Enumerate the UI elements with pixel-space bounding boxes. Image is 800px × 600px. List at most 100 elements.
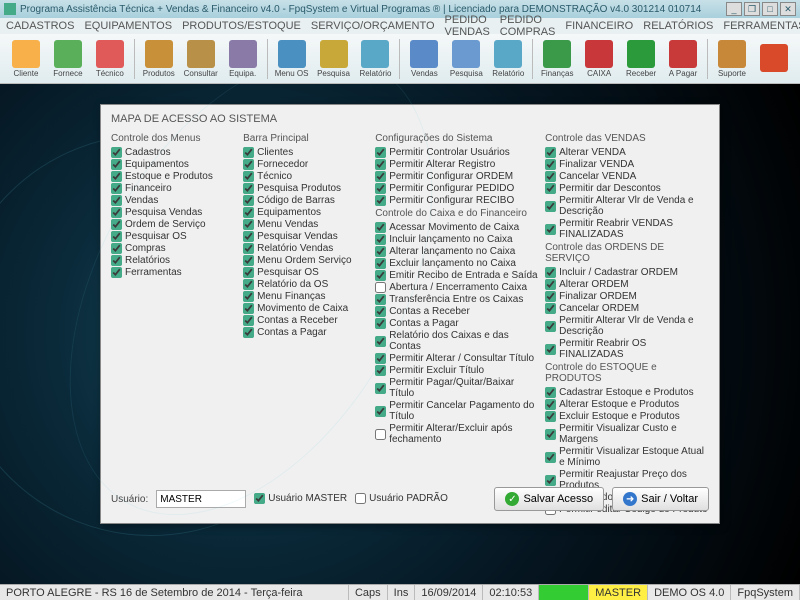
toolbar-vendas[interactable]: Vendas <box>404 40 444 78</box>
checkbox-excluir-estoque-e-produtos[interactable] <box>545 411 556 422</box>
toolbar-fornece[interactable]: Fornece <box>48 40 88 78</box>
checkbox-menu-vendas[interactable] <box>243 219 254 230</box>
checkbox-c-digo-de-barras[interactable] <box>243 195 254 206</box>
restore-button[interactable]: ❐ <box>744 2 760 16</box>
checkbox-permitir-reabrir-vendas-finali[interactable] <box>545 224 556 235</box>
toolbar-pesquisa[interactable]: Pesquisa <box>446 40 486 78</box>
checkbox-permitir-alterar-consultar-t-t[interactable] <box>375 353 386 364</box>
toolbar-técnico[interactable]: Técnico <box>90 40 130 78</box>
menu-relatórios[interactable]: RELATÓRIOS <box>643 20 713 32</box>
checkbox-cadastrar-estoque-e-produtos[interactable] <box>545 387 556 398</box>
checkbox-clientes[interactable] <box>243 147 254 158</box>
menu-pedido compras[interactable]: PEDIDO COMPRAS <box>500 14 556 38</box>
checkbox-permitir-excluir-t-tulo[interactable] <box>375 365 386 376</box>
checkbox-contas-a-pagar[interactable] <box>375 318 386 329</box>
toolbar-suporte[interactable]: Suporte <box>712 40 752 78</box>
checkbox-relat-rio-da-os[interactable] <box>243 279 254 290</box>
checkbox-alterar-estoque-e-produtos[interactable] <box>545 399 556 410</box>
checkbox-cancelar-ordem[interactable] <box>545 303 556 314</box>
checkbox-permitir-alterar-vlr-de-venda-[interactable] <box>545 201 556 212</box>
checkbox-compras[interactable] <box>111 243 122 254</box>
checkbox-contas-a-receber[interactable] <box>243 315 254 326</box>
checkbox-movimento-de-caixa[interactable] <box>243 303 254 314</box>
checkbox-relat-rio-dos-caixas-e-das-con[interactable] <box>375 336 386 347</box>
checkbox-pesquisa-vendas[interactable] <box>111 207 122 218</box>
checkbox-finalizar-ordem[interactable] <box>545 291 556 302</box>
minimize-button[interactable]: _ <box>726 2 742 16</box>
checkbox-alterar-venda[interactable] <box>545 147 556 158</box>
toolbar-produtos[interactable]: Produtos <box>139 40 179 78</box>
checkbox-cancelar-venda[interactable] <box>545 171 556 182</box>
padrao-checkbox[interactable] <box>355 493 366 504</box>
checkbox-estoque-e-produtos[interactable] <box>111 171 122 182</box>
checkbox-contas-a-receber[interactable] <box>375 306 386 317</box>
toolbar-consultar[interactable]: Consultar <box>181 40 221 78</box>
toolbar-finanças[interactable]: Finanças <box>537 40 577 78</box>
menu-pedido vendas[interactable]: PEDIDO VENDAS <box>445 14 490 38</box>
checkbox-permitir-cancelar-pagamento-do[interactable] <box>375 406 386 417</box>
menu-produtos/estoque[interactable]: PRODUTOS/ESTOQUE <box>182 20 301 32</box>
checkbox-pesquisar-os[interactable] <box>111 231 122 242</box>
checkbox-permitir-controlar-usu-rios[interactable] <box>375 147 386 158</box>
checkbox-permitir-reajustar-pre-o-dos-p[interactable] <box>545 475 556 486</box>
checkbox-permitir-alterar-vlr-de-venda-[interactable] <box>545 321 556 332</box>
checkbox-pesquisa-produtos[interactable] <box>243 183 254 194</box>
checkbox-equipamentos[interactable] <box>111 159 122 170</box>
save-button[interactable]: ✓Salvar Acesso <box>494 487 604 511</box>
checkbox-menu-ordem-servi-o[interactable] <box>243 255 254 266</box>
toolbar-receber[interactable]: Receber <box>621 40 661 78</box>
toolbar-a pagar[interactable]: A Pagar <box>663 40 703 78</box>
menu-cadastros[interactable]: CADASTROS <box>6 20 74 32</box>
menu-equipamentos[interactable]: EQUIPAMENTOS <box>84 20 172 32</box>
checkbox-excluir-lan-amento-no-caixa[interactable] <box>375 258 386 269</box>
checkbox-pesquisar-vendas[interactable] <box>243 231 254 242</box>
checkbox-relat-rios[interactable] <box>111 255 122 266</box>
menu-serviço/orçamento[interactable]: SERVIÇO/ORÇAMENTO <box>311 20 435 32</box>
checkbox-emitir-recibo-de-entrada-e-sa-[interactable] <box>375 270 386 281</box>
checkbox-permitir-pagar-quitar-baixar-t[interactable] <box>375 383 386 394</box>
checkbox-permitir-configurar-recibo[interactable] <box>375 195 386 206</box>
menu-ferramentas[interactable]: FERRAMENTAS <box>723 20 800 32</box>
toolbar-pesquisa[interactable]: Pesquisa <box>314 40 354 78</box>
checkbox-permitir-visualizar-estoque-at[interactable] <box>545 452 556 463</box>
checkbox-t-cnico[interactable] <box>243 171 254 182</box>
checkbox-finalizar-venda[interactable] <box>545 159 556 170</box>
checkbox-vendas[interactable] <box>111 195 122 206</box>
checkbox-menu-finan-as[interactable] <box>243 291 254 302</box>
checkbox-permitir-reabrir-os-finalizada[interactable] <box>545 344 556 355</box>
menu-financeiro[interactable]: FINANCEIRO <box>565 20 633 32</box>
toolbar-cliente[interactable]: Cliente <box>6 40 46 78</box>
checkbox-pesquisar-os[interactable] <box>243 267 254 278</box>
user-input[interactable] <box>156 490 246 508</box>
checkbox-ordem-de-servi-o[interactable] <box>111 219 122 230</box>
checkbox-permitir-alterar-registro[interactable] <box>375 159 386 170</box>
checkbox-permitir-configurar-pedido[interactable] <box>375 183 386 194</box>
toolbar-relatório[interactable]: Relatório <box>356 40 396 78</box>
checkbox-ferramentas[interactable] <box>111 267 122 278</box>
checkbox-permitir-dar-descontos[interactable] <box>545 183 556 194</box>
checkbox-alterar-ordem[interactable] <box>545 279 556 290</box>
toolbar-menu os[interactable]: Menu OS <box>272 40 312 78</box>
checkbox-equipamentos[interactable] <box>243 207 254 218</box>
checkbox-incluir-lan-amento-no-caixa[interactable] <box>375 234 386 245</box>
toolbar-equipa.[interactable]: Equipa. <box>223 40 263 78</box>
maximize-button[interactable]: □ <box>762 2 778 16</box>
close-button[interactable]: ✕ <box>780 2 796 16</box>
checkbox-cadastros[interactable] <box>111 147 122 158</box>
checkbox-permitir-configurar-ordem[interactable] <box>375 171 386 182</box>
exit-button[interactable]: ➜Sair / Voltar <box>612 487 709 511</box>
toolbar-relatório[interactable]: Relatório <box>488 40 528 78</box>
checkbox-transfer-ncia-entre-os-caixas[interactable] <box>375 294 386 305</box>
checkbox-incluir-cadastrar-ordem[interactable] <box>545 267 556 278</box>
toolbar-exit[interactable] <box>754 44 794 73</box>
checkbox-alterar-lan-amento-no-caixa[interactable] <box>375 246 386 257</box>
checkbox-fornecedor[interactable] <box>243 159 254 170</box>
checkbox-permitir-alterar-excluir-ap-s-[interactable] <box>375 429 386 440</box>
checkbox-relat-rio-vendas[interactable] <box>243 243 254 254</box>
checkbox-contas-a-pagar[interactable] <box>243 327 254 338</box>
checkbox-abertura-encerramento-caixa[interactable] <box>375 282 386 293</box>
checkbox-acessar-movimento-de-caixa[interactable] <box>375 222 386 233</box>
checkbox-permitir-visualizar-custo-e-ma[interactable] <box>545 429 556 440</box>
toolbar-caixa[interactable]: CAIXA <box>579 40 619 78</box>
master-checkbox[interactable] <box>254 493 265 504</box>
